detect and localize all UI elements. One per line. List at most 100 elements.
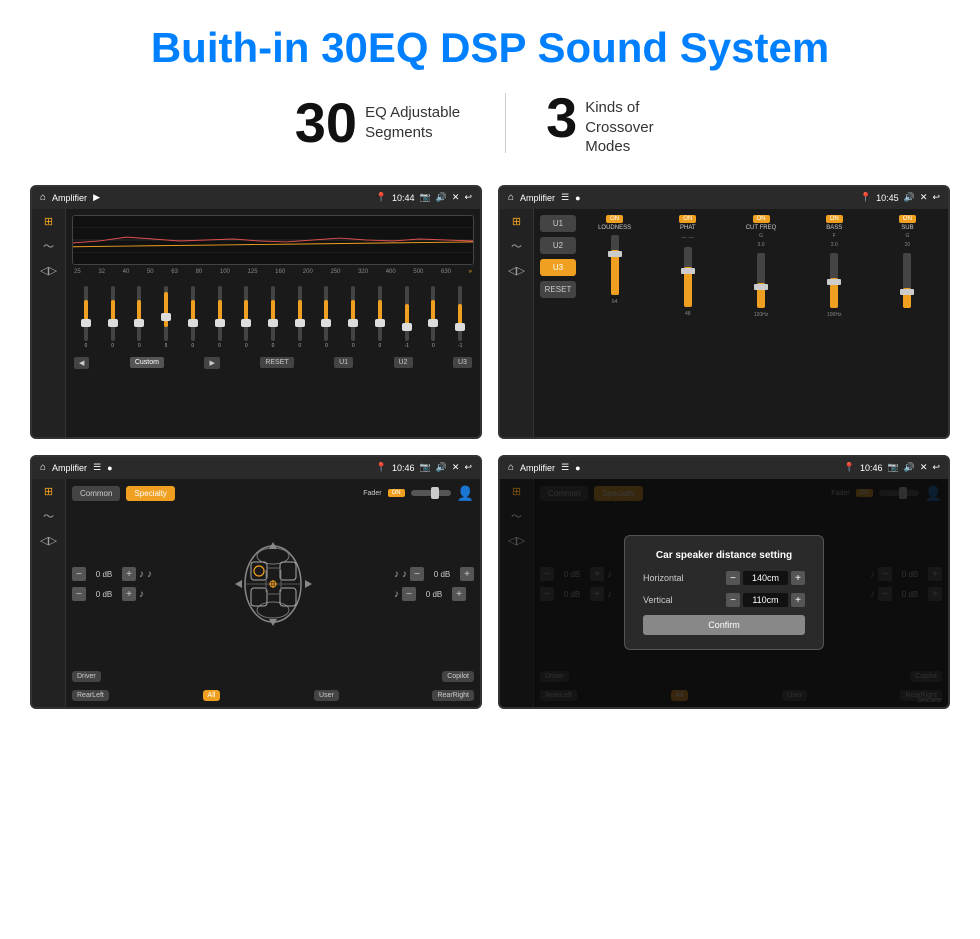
loudness-slider[interactable] <box>611 235 619 295</box>
user-btn[interactable]: User <box>314 690 339 701</box>
vertical-minus-btn[interactable]: − <box>726 593 740 607</box>
bass-on-btn[interactable]: ON <box>826 215 843 223</box>
eq-reset-btn[interactable]: RESET <box>260 357 293 368</box>
dot-icon-3: ● <box>107 463 112 473</box>
preset-u1[interactable]: U1 <box>540 215 576 232</box>
cutfreq-on-btn[interactable]: ON <box>753 215 770 223</box>
fader-track[interactable] <box>411 490 451 496</box>
play-icon[interactable]: ▶ <box>93 192 100 203</box>
volume-icon[interactable]: 🔊 <box>436 192 447 203</box>
db-minus-bl[interactable]: − <box>72 587 86 601</box>
db-minus-tr[interactable]: − <box>410 567 424 581</box>
volume-icon-4[interactable]: 🔊 <box>904 462 915 473</box>
close-icon-2[interactable]: ✕ <box>920 192 928 203</box>
sidebar-crossover-vol-icon[interactable]: ◁▷ <box>508 264 525 277</box>
eq-play-btn[interactable]: ▶ <box>204 357 219 369</box>
all-btn[interactable]: All <box>203 690 221 701</box>
back-icon[interactable]: ↩ <box>464 192 472 203</box>
speaker-icon-tl2: ♪ <box>147 569 152 580</box>
sidebar-crossover-wave-icon[interactable]: 〜 <box>511 238 522 254</box>
eq-custom-btn[interactable]: Custom <box>130 357 164 368</box>
dialog-overlay: Car speaker distance setting Horizontal … <box>500 479 948 707</box>
db-plus-tl[interactable]: + <box>122 567 136 581</box>
sub-on-btn[interactable]: ON <box>899 215 916 223</box>
rearright-btn[interactable]: RearRight <box>432 690 474 701</box>
stat-eq: 30 EQ Adjustable Segments <box>255 95 505 151</box>
menu-icon-2[interactable]: ☰ <box>561 192 569 203</box>
phat-on-btn[interactable]: ON <box>679 215 696 223</box>
sidebar-speaker-wave-icon[interactable]: 〜 <box>43 508 54 524</box>
horizontal-minus-btn[interactable]: − <box>726 571 740 585</box>
rearleft-btn[interactable]: RearLeft <box>72 690 109 701</box>
close-icon[interactable]: ✕ <box>452 192 460 203</box>
db-plus-bl[interactable]: + <box>122 587 136 601</box>
cutfreq-slider[interactable] <box>757 253 765 308</box>
camera-icon-3[interactable]: 📷 <box>419 462 430 473</box>
status-bar-eq: ⌂ Amplifier ▶ 📍 10:44 📷 🔊 ✕ ↩ <box>32 187 480 209</box>
confirm-button[interactable]: Confirm <box>643 615 805 635</box>
copilot-btn[interactable]: Copilot <box>442 671 474 682</box>
eq-u2-btn[interactable]: U2 <box>394 357 413 368</box>
home-icon-2[interactable]: ⌂ <box>508 192 514 203</box>
freq-63: 63 <box>171 269 178 275</box>
status-bar-crossover: ⌂ Amplifier ☰ ● 📍 10:45 🔊 ✕ ↩ <box>500 187 948 209</box>
eq-u3-btn[interactable]: U3 <box>453 357 472 368</box>
location-icon: 📍 <box>376 192 387 203</box>
mode-common-btn[interactable]: Common <box>72 486 120 501</box>
db-val-tr: 0 dB <box>427 570 457 579</box>
crossover-body: U1 U2 U3 RESET ON LOUDNESS <box>540 215 942 431</box>
status-right-speaker: 📍 10:46 📷 🔊 ✕ ↩ <box>376 462 472 473</box>
expand-icon[interactable]: » <box>469 269 472 275</box>
cutfreq-g: G <box>759 233 763 239</box>
crossover-reset-btn[interactable]: RESET <box>540 281 576 298</box>
car-diagram <box>160 534 386 634</box>
sidebar-speaker-vol-icon[interactable]: ◁▷ <box>40 534 57 547</box>
loudness-on-btn[interactable]: ON <box>606 215 623 223</box>
vertical-plus-btn[interactable]: + <box>791 593 805 607</box>
home-icon[interactable]: ⌂ <box>40 192 46 203</box>
sidebar-crossover: ⊞ 〜 ◁▷ <box>500 209 534 437</box>
freq-160: 160 <box>275 269 285 275</box>
back-icon-3[interactable]: ↩ <box>464 462 472 473</box>
close-icon-3[interactable]: ✕ <box>452 462 460 473</box>
speaker-icon-tr2: ♪ <box>402 569 407 580</box>
sidebar-wave-icon[interactable]: 〜 <box>43 238 54 254</box>
sub-slider[interactable] <box>903 253 911 308</box>
channel-cutfreq: ON CUT FREQ G 3.0 120Hz <box>726 215 795 431</box>
preset-u2[interactable]: U2 <box>540 237 576 254</box>
sidebar-eq-icon[interactable]: ⊞ <box>44 215 53 228</box>
home-icon-3[interactable]: ⌂ <box>40 462 46 473</box>
home-icon-4[interactable]: ⌂ <box>508 462 514 473</box>
horizontal-plus-btn[interactable]: + <box>791 571 805 585</box>
bass-slider[interactable] <box>830 253 838 308</box>
sidebar-speaker-eq-icon[interactable]: ⊞ <box>44 485 53 498</box>
phat-slider[interactable] <box>684 247 692 307</box>
back-icon-2[interactable]: ↩ <box>932 192 940 203</box>
sidebar-vol-icon[interactable]: ◁▷ <box>40 264 57 277</box>
db-minus-tl[interactable]: − <box>72 567 86 581</box>
camera-icon-4[interactable]: 📷 <box>887 462 898 473</box>
volume-icon-2[interactable]: 🔊 <box>904 192 915 203</box>
sidebar-crossover-eq-icon[interactable]: ⊞ <box>512 215 521 228</box>
volume-icon-3[interactable]: 🔊 <box>436 462 447 473</box>
mode-specialty-btn[interactable]: Specialty <box>126 486 174 501</box>
freq-200: 200 <box>303 269 313 275</box>
camera-icon[interactable]: 📷 <box>419 192 430 203</box>
menu-icon-3[interactable]: ☰ <box>93 462 101 473</box>
close-icon-4[interactable]: ✕ <box>920 462 928 473</box>
fader-on-btn[interactable]: ON <box>388 489 405 497</box>
db-minus-br[interactable]: − <box>402 587 416 601</box>
eq-prev-btn[interactable]: ◀ <box>74 357 89 369</box>
freq-40: 40 <box>123 269 130 275</box>
back-icon-4[interactable]: ↩ <box>932 462 940 473</box>
freq-320: 320 <box>358 269 368 275</box>
preset-u3[interactable]: U3 <box>540 259 576 276</box>
db-plus-br[interactable]: + <box>452 587 466 601</box>
status-left-crossover: ⌂ Amplifier ☰ ● <box>508 192 581 203</box>
stat-crossover-number: 3 <box>546 90 577 146</box>
status-right-distance: 📍 10:46 📷 🔊 ✕ ↩ <box>844 462 940 473</box>
driver-btn[interactable]: Driver <box>72 671 101 682</box>
menu-icon-4[interactable]: ☰ <box>561 462 569 473</box>
db-plus-tr[interactable]: + <box>460 567 474 581</box>
eq-u1-btn[interactable]: U1 <box>334 357 353 368</box>
